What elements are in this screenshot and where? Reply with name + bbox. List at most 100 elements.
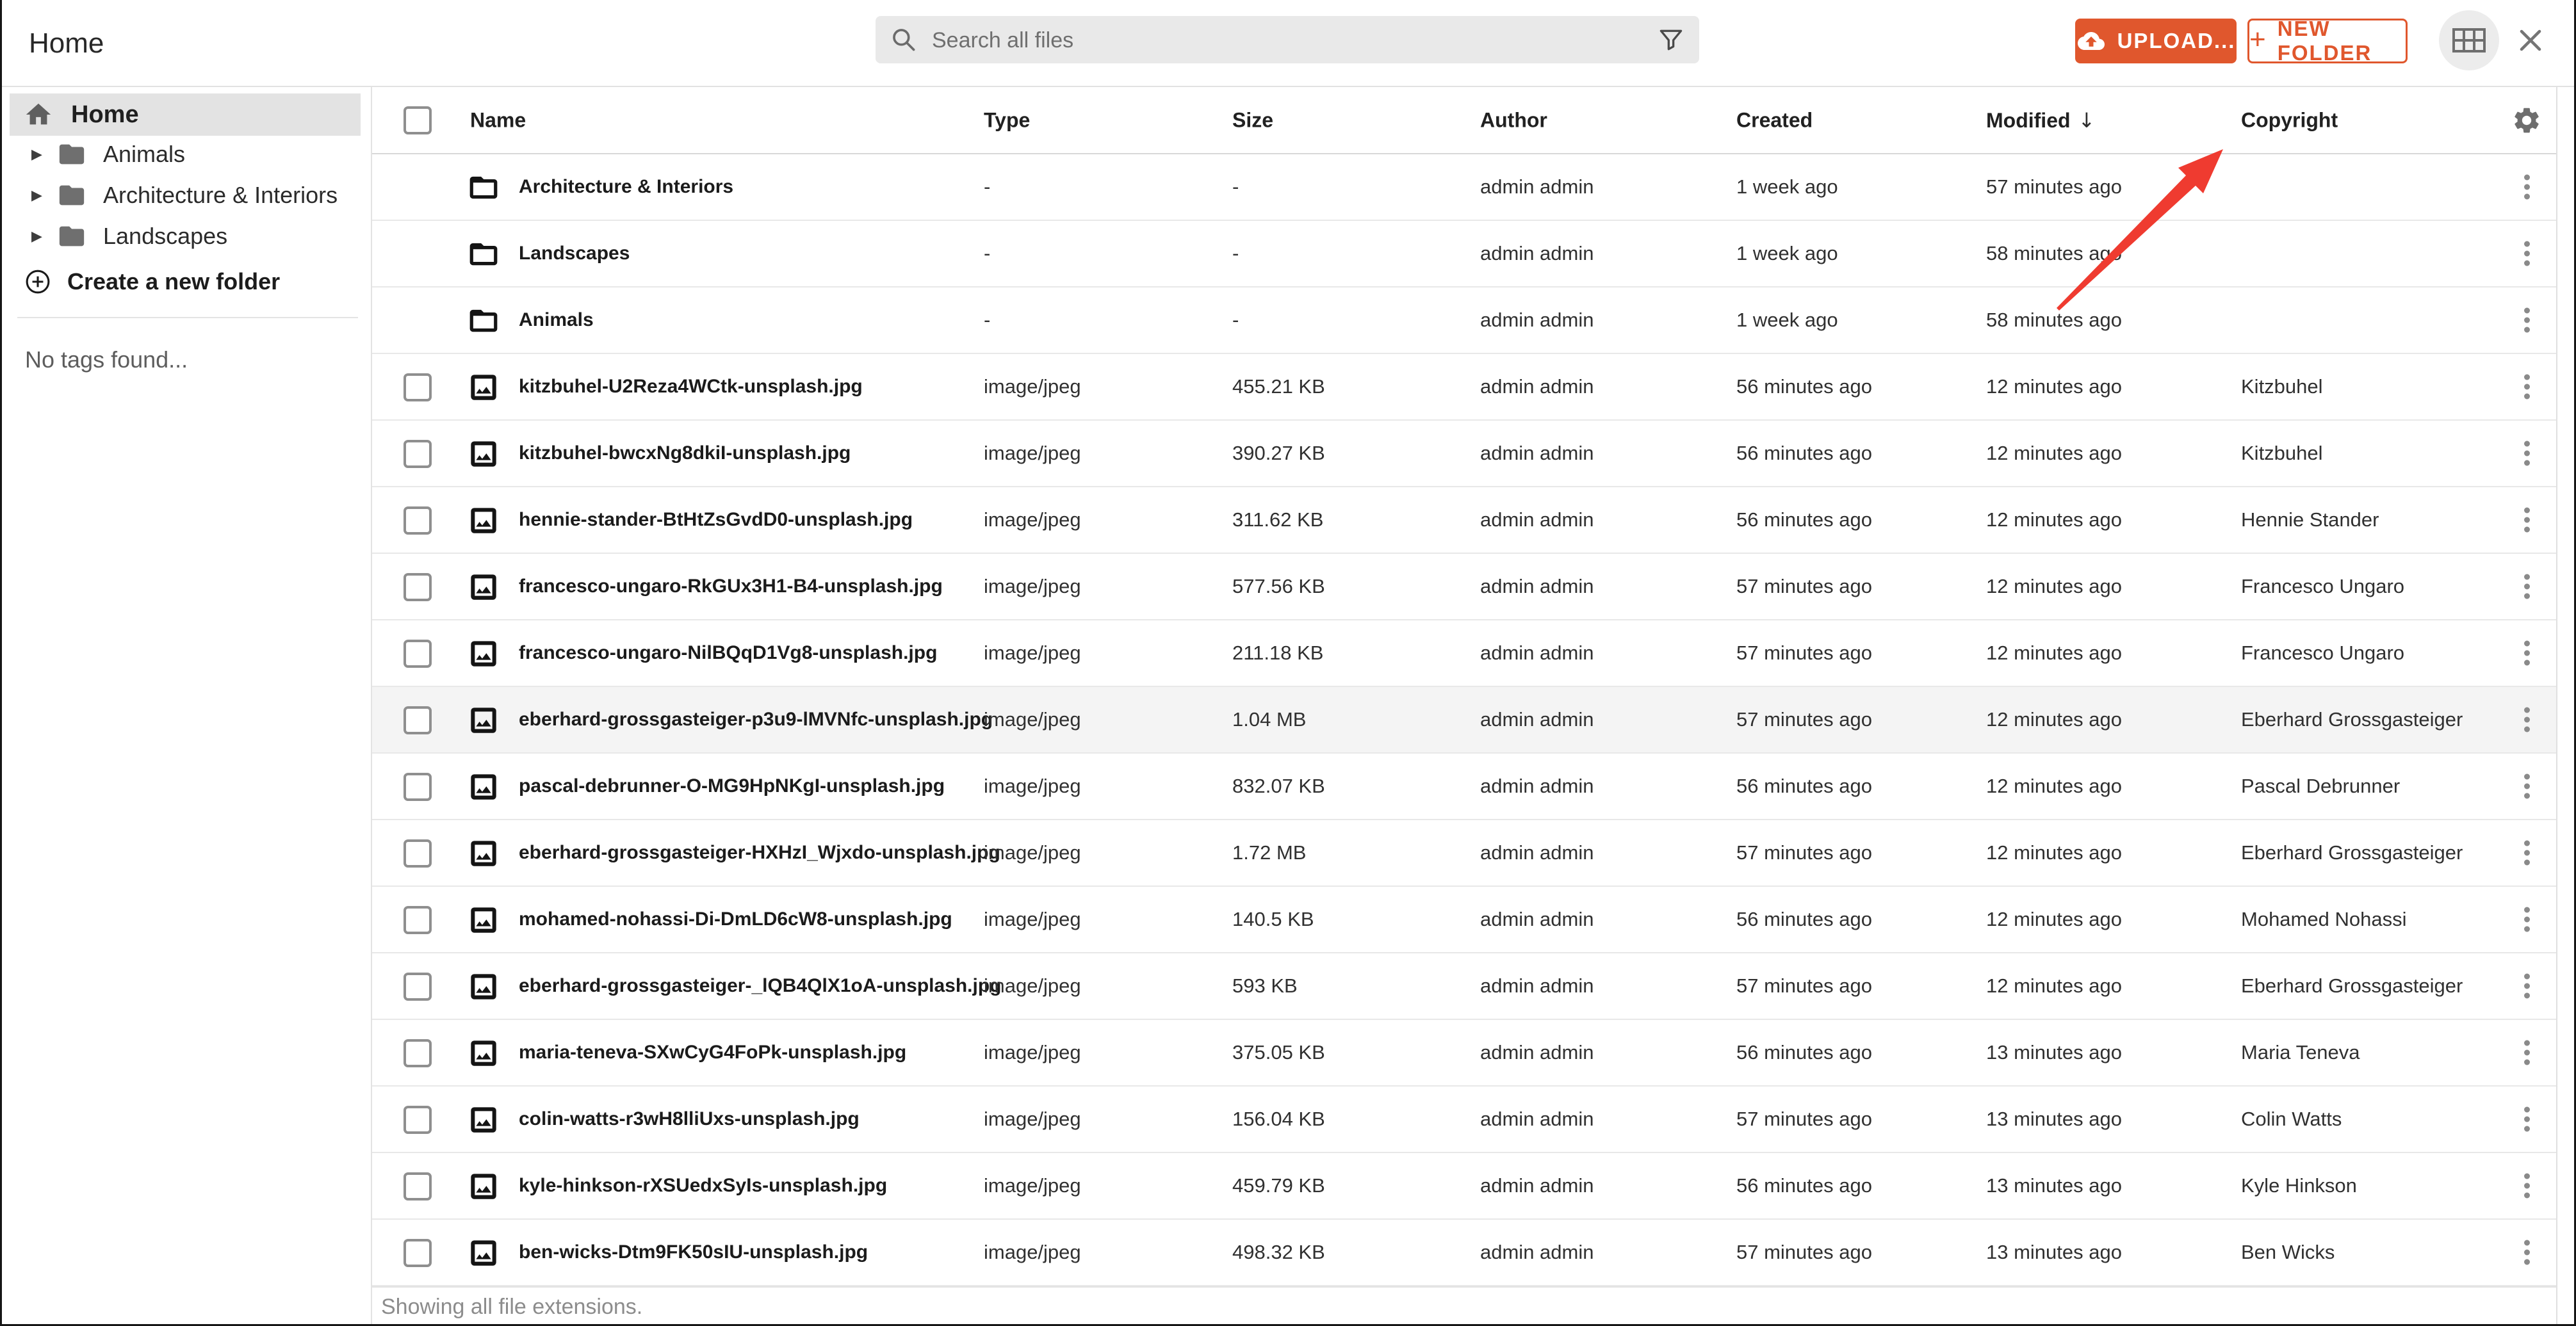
- file-copyright: Eberhard Grossgasteiger: [2241, 841, 2463, 864]
- caret-right-icon[interactable]: ▶: [31, 147, 48, 163]
- row-menu-icon[interactable]: [2515, 236, 2538, 271]
- file-name[interactable]: ben-wicks-Dtm9FK50sIU-unsplash.jpg: [519, 1241, 868, 1263]
- file-name[interactable]: mohamed-nohassi-Di-DmLD6cW8-unsplash.jpg: [519, 909, 952, 930]
- file-name[interactable]: eberhard-grossgasteiger-p3u9-lMVNfc-unsp…: [519, 709, 993, 731]
- table-footer: Showing all file extensions.: [372, 1286, 2556, 1324]
- table-row[interactable]: eberhard-grossgasteiger-_lQB4QlX1oA-unsp…: [372, 953, 2556, 1020]
- row-checkbox[interactable]: [404, 1106, 432, 1134]
- sidebar-folder-item[interactable]: ▶ Architecture & Interiors: [2, 175, 361, 216]
- row-checkbox[interactable]: [404, 640, 432, 668]
- sidebar-folder-item[interactable]: ▶ Landscapes: [2, 216, 361, 257]
- table-row[interactable]: francesco-ungaro-NilBQqD1Vg8-unsplash.jp…: [372, 620, 2556, 687]
- upload-button[interactable]: UPLOAD...: [2075, 19, 2237, 63]
- row-menu-icon[interactable]: [2515, 503, 2538, 538]
- filter-icon[interactable]: [1657, 26, 1685, 54]
- column-header-author[interactable]: Author: [1480, 108, 1547, 132]
- row-menu-icon[interactable]: [2515, 702, 2538, 738]
- table-row-folder[interactable]: Animals - - admin admin 1 week ago 58 mi…: [372, 287, 2556, 354]
- column-header-name[interactable]: Type: [984, 108, 1030, 132]
- row-checkbox[interactable]: [404, 1172, 432, 1201]
- file-name[interactable]: kyle-hinkson-rXSUedxSyIs-unsplash.jpg: [519, 1175, 887, 1197]
- column-settings-gear-icon[interactable]: [2511, 105, 2542, 136]
- grid-view-toggle-button[interactable]: [2439, 10, 2499, 70]
- file-name[interactable]: francesco-ungaro-NilBQqD1Vg8-unsplash.jp…: [519, 642, 937, 664]
- row-menu-icon[interactable]: [2515, 636, 2538, 671]
- table-row[interactable]: hennie-stander-BtHtZsGvdD0-unsplash.jpg …: [372, 487, 2556, 554]
- row-menu-icon[interactable]: [2515, 170, 2538, 205]
- file-name[interactable]: eberhard-grossgasteiger-HXHzI_Wjxdo-unsp…: [519, 842, 1000, 864]
- row-menu-icon[interactable]: [2515, 436, 2538, 471]
- row-menu-icon[interactable]: [2515, 569, 2538, 604]
- file-modified: 12 minutes ago: [1986, 775, 2122, 797]
- table-row[interactable]: ben-wicks-Dtm9FK50sIU-unsplash.jpg image…: [372, 1220, 2556, 1286]
- table-row[interactable]: mohamed-nohassi-Di-DmLD6cW8-unsplash.jpg…: [372, 887, 2556, 953]
- row-checkbox[interactable]: [404, 440, 432, 468]
- caret-right-icon[interactable]: ▶: [31, 188, 48, 204]
- row-checkbox[interactable]: [404, 706, 432, 734]
- row-menu-icon[interactable]: [2515, 836, 2538, 871]
- row-checkbox[interactable]: [404, 1239, 432, 1267]
- file-type: image/jpeg: [984, 841, 1081, 864]
- table-row[interactable]: kitzbuhel-bwcxNg8dkiI-unsplash.jpg image…: [372, 421, 2556, 487]
- row-type-icon: [468, 371, 500, 403]
- file-name[interactable]: francesco-ungaro-RkGUx3H1-B4-unsplash.jp…: [519, 576, 943, 597]
- table-row[interactable]: maria-teneva-SXwCyG4FoPk-unsplash.jpg im…: [372, 1020, 2556, 1087]
- table-row[interactable]: kitzbuhel-U2Reza4WCtk-unsplash.jpg image…: [372, 354, 2556, 421]
- row-menu-icon[interactable]: [2515, 1035, 2538, 1071]
- row-checkbox[interactable]: [404, 373, 432, 401]
- file-type: image/jpeg: [984, 908, 1081, 930]
- row-checkbox[interactable]: [404, 1039, 432, 1067]
- file-author: admin admin: [1480, 908, 1594, 930]
- file-name[interactable]: colin-watts-r3wH8lliUxs-unsplash.jpg: [519, 1108, 860, 1130]
- file-copyright: Kitzbuhel: [2241, 442, 2323, 464]
- file-name[interactable]: kitzbuhel-U2Reza4WCtk-unsplash.jpg: [519, 376, 863, 398]
- sidebar-folder-item[interactable]: ▶ Animals: [2, 134, 361, 175]
- row-checkbox[interactable]: [404, 506, 432, 535]
- close-icon[interactable]: [2515, 25, 2546, 56]
- row-checkbox[interactable]: [404, 839, 432, 868]
- folder-name[interactable]: Animals: [519, 309, 594, 331]
- file-author: admin admin: [1480, 1108, 1594, 1130]
- table-row[interactable]: eberhard-grossgasteiger-p3u9-lMVNfc-unsp…: [372, 687, 2556, 754]
- column-header-copyright[interactable]: Copyright: [2241, 108, 2338, 132]
- row-menu-icon[interactable]: [2515, 369, 2538, 405]
- folder-name[interactable]: Architecture & Interiors: [519, 176, 733, 198]
- file-name[interactable]: eberhard-grossgasteiger-_lQB4QlX1oA-unsp…: [519, 975, 1002, 997]
- column-header-modified[interactable]: Modified ↓: [1986, 108, 2095, 133]
- sidebar-item-home[interactable]: Home: [10, 93, 361, 136]
- caret-right-icon[interactable]: ▶: [31, 229, 48, 245]
- row-checkbox[interactable]: [404, 906, 432, 934]
- table-row-folder[interactable]: Architecture & Interiors - - admin admin…: [372, 154, 2556, 221]
- row-checkbox[interactable]: [404, 773, 432, 801]
- file-size: 498.32 KB: [1232, 1241, 1325, 1263]
- select-all-checkbox[interactable]: [404, 106, 432, 134]
- column-header-created[interactable]: Created: [1736, 108, 1813, 132]
- folder-name[interactable]: Landscapes: [519, 243, 630, 264]
- row-menu-icon[interactable]: [2515, 969, 2538, 1004]
- row-menu-icon[interactable]: [2515, 769, 2538, 804]
- row-menu-icon[interactable]: [2515, 1168, 2538, 1204]
- table-row[interactable]: pascal-debrunner-O-MG9HpNKgI-unsplash.jp…: [372, 754, 2556, 820]
- file-size: 577.56 KB: [1232, 575, 1325, 597]
- file-name[interactable]: hennie-stander-BtHtZsGvdD0-unsplash.jpg: [519, 509, 913, 531]
- row-menu-icon[interactable]: [2515, 902, 2538, 937]
- new-folder-button[interactable]: + NEW FOLDER: [2247, 17, 2408, 65]
- table-row[interactable]: colin-watts-r3wH8lliUxs-unsplash.jpg ima…: [372, 1087, 2556, 1153]
- file-name[interactable]: maria-teneva-SXwCyG4FoPk-unsplash.jpg: [519, 1042, 906, 1063]
- column-header-size[interactable]: Size: [1232, 108, 1273, 132]
- image-file-icon: [471, 441, 496, 467]
- row-checkbox[interactable]: [404, 573, 432, 601]
- row-menu-icon[interactable]: [2515, 1102, 2538, 1137]
- table-row[interactable]: francesco-ungaro-RkGUx3H1-B4-unsplash.jp…: [372, 554, 2556, 620]
- create-new-folder-link[interactable]: Create a new folder: [2, 261, 361, 302]
- table-row[interactable]: eberhard-grossgasteiger-HXHzI_Wjxdo-unsp…: [372, 820, 2556, 887]
- row-menu-icon[interactable]: [2515, 1235, 2538, 1270]
- row-menu-icon[interactable]: [2515, 303, 2538, 338]
- search-input[interactable]: [931, 16, 1606, 65]
- row-checkbox[interactable]: [404, 973, 432, 1001]
- table-row-folder[interactable]: Landscapes - - admin admin 1 week ago 58…: [372, 221, 2556, 287]
- column-header-name[interactable]: Name: [470, 108, 526, 132]
- file-name[interactable]: pascal-debrunner-O-MG9HpNKgI-unsplash.jp…: [519, 775, 945, 797]
- table-row[interactable]: kyle-hinkson-rXSUedxSyIs-unsplash.jpg im…: [372, 1153, 2556, 1220]
- file-name[interactable]: kitzbuhel-bwcxNg8dkiI-unsplash.jpg: [519, 442, 851, 464]
